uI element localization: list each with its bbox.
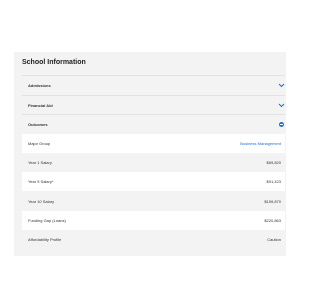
row-label: Year 10 Salary: [28, 199, 55, 204]
chevron-down-icon: [277, 81, 285, 89]
section-financial-aid[interactable]: Financial Aid: [22, 95, 285, 114]
minus-circle-icon[interactable]: [277, 120, 285, 128]
row-label: Major Group: [28, 141, 51, 146]
row-value: $220,863: [264, 218, 281, 223]
row-value: $69,820: [266, 160, 281, 165]
section-label: Admissions: [28, 82, 51, 88]
table-row: Funding Gap (Loans) $220,863: [22, 211, 285, 230]
section-admissions[interactable]: Admissions: [22, 75, 285, 94]
chevron-down-icon: [277, 101, 285, 109]
row-label: Affordability Profile: [28, 237, 62, 242]
row-label: Funding Gap (Loans): [28, 218, 66, 223]
school-information-card: School Information Admissions Financial …: [14, 52, 286, 256]
section-outcomes[interactable]: Outcomes: [22, 114, 285, 133]
table-row: Year 1 Salary $69,820: [22, 153, 285, 172]
card-title: School Information: [22, 59, 86, 66]
row-value: $91,423: [266, 179, 281, 184]
row-value: $159,870: [264, 199, 281, 204]
row-label: Year 1 Salary: [28, 160, 52, 165]
row-label: Year 5 Salary*: [28, 179, 54, 184]
table-row: Year 10 Salary $159,870: [22, 192, 285, 211]
section-label: Financial Aid: [28, 102, 53, 108]
row-value: Caution: [267, 237, 281, 242]
table-row: Affordability Profile Caution: [22, 230, 285, 249]
table-row: Major Group Business Management: [22, 134, 285, 153]
section-label: Outcomes: [28, 121, 48, 127]
major-group-link[interactable]: Business Management: [240, 141, 281, 146]
table-row: Year 5 Salary* $91,423: [22, 172, 285, 191]
